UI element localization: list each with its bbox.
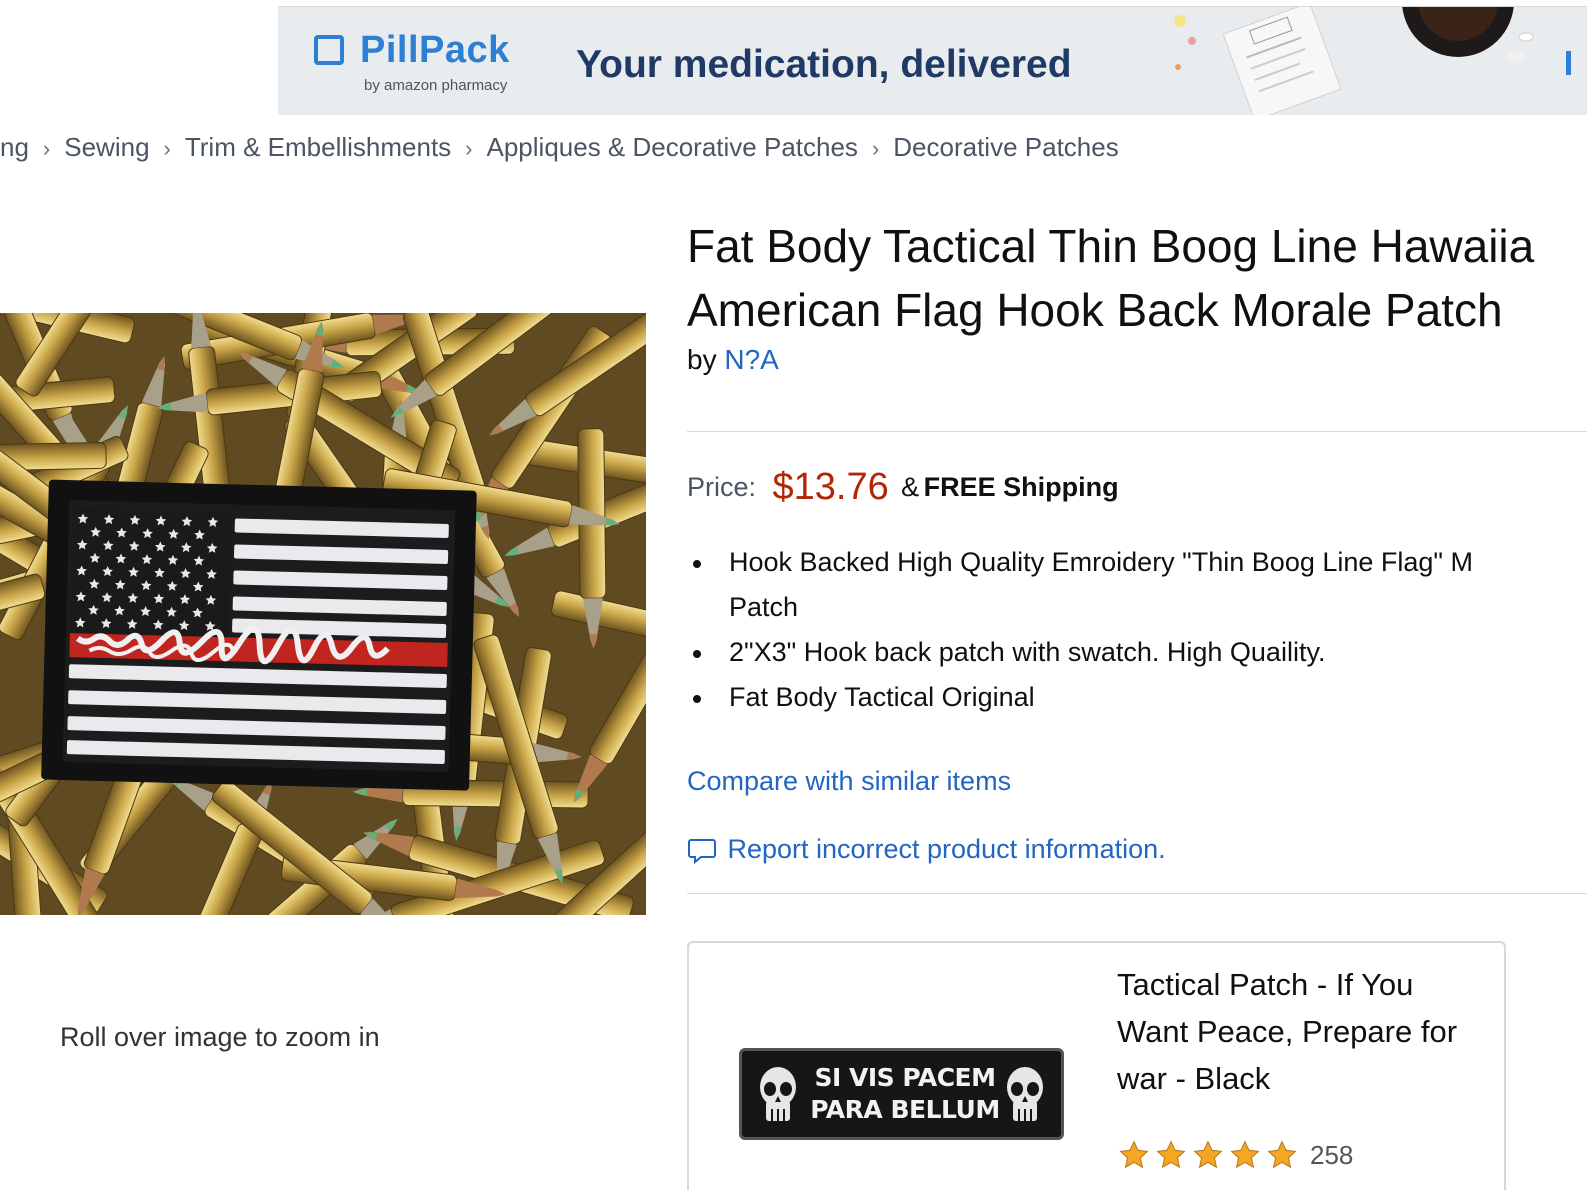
breadcrumb-item-trim[interactable]: Trim & Embellishments: [185, 132, 451, 162]
star-rating: [1117, 1140, 1302, 1169]
rating-count[interactable]: 258: [1310, 1140, 1353, 1170]
sponsored-product-image[interactable]: SI VIS PACEM PARA BELLUM: [739, 1048, 1064, 1140]
free-shipping: FREE Shipping: [923, 472, 1119, 502]
breadcrumb-item-appliques[interactable]: Appliques & Decorative Patches: [487, 132, 858, 162]
price-amp: &: [901, 472, 920, 502]
star-icon: [1119, 1140, 1149, 1169]
report-row[interactable]: Report incorrect product information.: [687, 834, 1166, 865]
chevron-right-icon: ›: [465, 136, 473, 161]
pillpack-logo-icon: [314, 35, 344, 65]
price-value: $13.76: [772, 466, 889, 508]
price-row: Price: $13.76 & FREE Shipping: [687, 466, 1119, 509]
product-title: Fat Body Tactical Thin Boog Line Hawaiia…: [687, 214, 1587, 342]
compare-similar-link[interactable]: Compare with similar items: [687, 766, 1011, 797]
sponsored-product-title[interactable]: Tactical Patch - If You Want Peace, Prep…: [1117, 961, 1477, 1102]
patch-text-line1: SI VIS PACEM: [814, 1063, 996, 1092]
star-icon: [1267, 1140, 1297, 1169]
banner-brand: PillPack: [360, 29, 510, 71]
feature-bullet: 2"X3" Hook back patch with swatch. High …: [687, 630, 1587, 675]
byline: by N?A: [687, 344, 779, 376]
zoom-hint: Roll over image to zoom in: [60, 1022, 380, 1052]
flag-patch: [41, 479, 477, 791]
brand-link[interactable]: N?A: [724, 344, 778, 375]
sponsored-product-card[interactable]: SI VIS PACEM PARA BELLUM Tactical Patch …: [687, 941, 1506, 1190]
pill-icon: [1174, 7, 1534, 115]
banner-edge-mark: [1566, 51, 1571, 75]
banner-tagline: Your medication, delivered: [576, 43, 1072, 86]
price-label: Price:: [687, 472, 757, 502]
breadcrumb-item-sewing[interactable]: Sewing: [64, 132, 149, 162]
star-icon: [1193, 1140, 1223, 1169]
chevron-right-icon: ›: [871, 136, 880, 161]
chat-bubble-icon: [688, 838, 716, 864]
product-title-line1: Fat Body Tactical Thin Boog Line Hawaiia: [687, 220, 1535, 272]
star-icon: [1230, 1140, 1260, 1169]
star-icon: [1156, 1140, 1186, 1169]
chevron-right-icon: ›: [163, 136, 171, 161]
sponsored-rating[interactable]: 258: [1117, 1139, 1353, 1171]
feature-bullet: Fat Body Tactical Original: [687, 675, 1587, 720]
banner-brand-sub: by amazon pharmacy: [364, 77, 508, 94]
feature-bullet-continuation: Patch: [729, 592, 799, 622]
chevron-right-icon: ›: [42, 136, 51, 161]
feature-bullet: Hook Backed High Quality Emroidery "Thin…: [687, 540, 1587, 585]
product-title-line2: American Flag Hook Back Morale Patch: [687, 284, 1503, 336]
byline-label: by: [687, 344, 717, 375]
report-incorrect-info-link[interactable]: Report incorrect product information.: [727, 834, 1165, 864]
skull-icon: [760, 1067, 796, 1121]
patch-text-line2: PARA BELLUM: [810, 1095, 1000, 1124]
breadcrumb: ng › Sewing › Trim & Embellishments › Applique…: [0, 132, 1119, 168]
feature-bullets: Hook Backed High Quality Emroidery "Thin…: [687, 540, 1587, 720]
divider: [687, 893, 1587, 894]
skull-icon: [1007, 1067, 1043, 1121]
product-image[interactable]: [0, 313, 646, 915]
product-page: PillPack by amazon pharmacy Your medicat…: [0, 0, 1587, 1190]
breadcrumb-item-decorative-patches[interactable]: Decorative Patches: [893, 132, 1118, 162]
breadcrumb-item[interactable]: ng: [0, 132, 29, 162]
pillpack-banner-ad[interactable]: PillPack by amazon pharmacy Your medicat…: [278, 6, 1587, 115]
divider: [687, 431, 1587, 432]
